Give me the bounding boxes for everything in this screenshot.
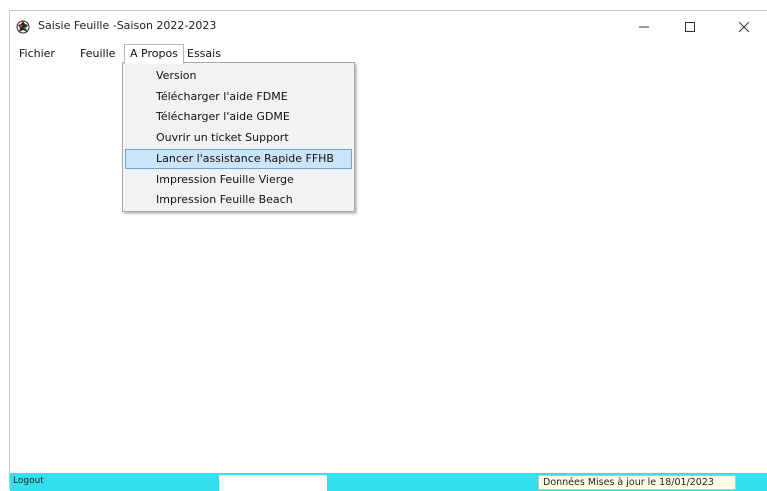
a-propos-dropdown-menu: Version Télécharger l'aide FDME Téléchar… [122,62,355,212]
status-data-updated: Données Mises à jour le 18/01/2023 [538,475,736,490]
menu-item-impression-feuille-beach[interactable]: Impression Feuille Beach [125,190,352,210]
menu-feuille[interactable]: Feuille [75,45,120,62]
maximize-button[interactable] [667,11,713,42]
menu-item-telecharger-aide-gdme[interactable]: Télécharger l'aide GDME [125,107,352,127]
menu-item-impression-feuille-vierge[interactable]: Impression Feuille Vierge [125,170,352,190]
menu-a-propos[interactable]: A Propos [124,44,184,64]
menu-essais[interactable]: Essais [182,45,226,62]
status-bar: Logout Données Mises à jour le 18/01/202… [10,473,767,491]
close-icon [738,17,750,36]
menu-item-ouvrir-ticket-support[interactable]: Ouvrir un ticket Support [125,128,352,148]
status-panel-empty [219,475,327,491]
minimize-button[interactable] [621,11,667,42]
window-title: Saisie Feuille -Saison 2022-2023 [38,19,217,32]
menu-bar: Fichier Feuille A Propos Essais [10,42,767,64]
menu-item-version[interactable]: Version [125,66,352,86]
menu-item-telecharger-aide-fdme[interactable]: Télécharger l'aide FDME [125,87,352,107]
app-window: Saisie Feuille -Saison 2022-2023 Fichier… [9,10,767,491]
app-icon [16,19,30,34]
status-logout[interactable]: Logout [13,476,44,486]
close-button[interactable] [721,11,767,42]
minimize-icon [639,17,649,36]
menu-item-lancer-assistance-rapide[interactable]: Lancer l'assistance Rapide FFHB [125,149,352,169]
maximize-icon [685,17,695,36]
title-bar[interactable]: Saisie Feuille -Saison 2022-2023 [10,11,767,42]
menu-fichier[interactable]: Fichier [14,45,60,62]
